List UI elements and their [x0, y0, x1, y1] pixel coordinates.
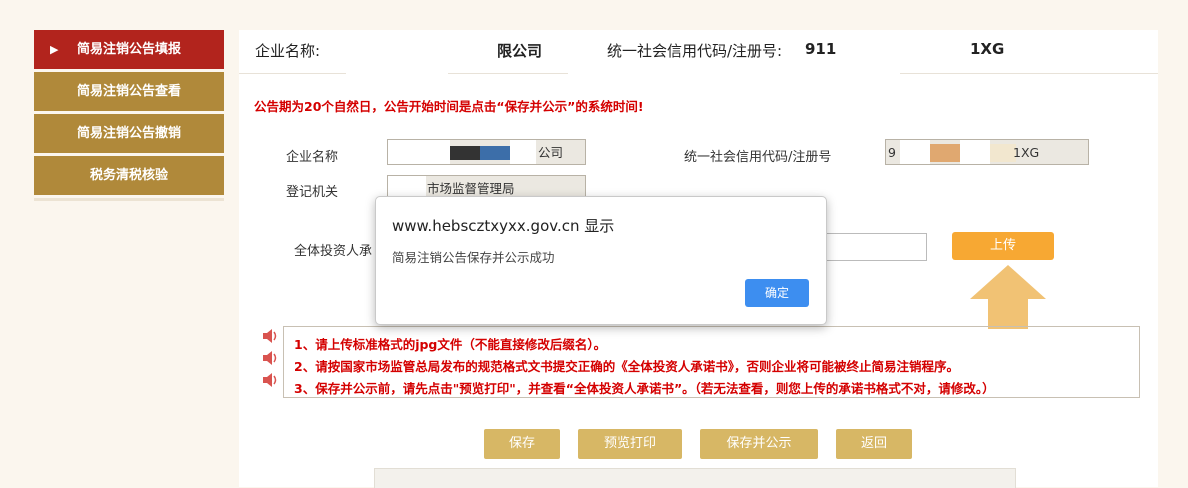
company-name-label: 企业名称: [286, 150, 339, 165]
sidebar-item-label: 税务清税核验: [89, 168, 168, 183]
redaction-block: [388, 140, 450, 164]
header-code-value-suffix: 1XG: [970, 40, 1005, 58]
dialog-ok-button[interactable]: 确定: [745, 279, 809, 307]
document-preview: [374, 468, 1016, 488]
sidebar-item-label: 简易注销公告填报: [76, 42, 181, 57]
code-label: 统一社会信用代码/注册号: [684, 150, 832, 165]
speaker-icon: [263, 329, 277, 343]
speaker-icon: [263, 373, 277, 387]
save-publish-button[interactable]: 保存并公示: [700, 429, 818, 459]
play-arrow-icon: ▶: [50, 43, 59, 56]
tip-item-3: 3、保存并公示前，请先点击"预览打印"，并查看“全体投资人承诺书”。（若无法查看…: [294, 381, 995, 396]
redaction-block: [960, 140, 990, 164]
sidebar: ▶ 简易注销公告填报 简易注销公告查看 简易注销公告撤销 税务清税核验: [34, 30, 224, 201]
sidebar-item-label: 简易注销公告撤销: [76, 126, 181, 141]
alert-dialog: www.hebscztxyxx.gov.cn 显示 简易注销公告保存并公示成功 …: [375, 196, 827, 325]
dialog-title: www.hebscztxyxx.gov.cn 显示: [392, 217, 615, 235]
redaction-block: [480, 146, 510, 160]
company-name-field: 公司: [387, 139, 586, 165]
back-button[interactable]: 返回: [836, 429, 912, 459]
tips-box: 1、请上传标准格式的jpg文件（不能直接修改后缀名）。 2、请按国家市场监管总局…: [283, 326, 1140, 398]
sidebar-item-announcement-fill[interactable]: ▶ 简易注销公告填报: [34, 30, 224, 69]
header-company-label: 企业名称:: [255, 42, 321, 60]
upload-button[interactable]: 上传: [952, 232, 1054, 260]
header-code-label: 统一社会信用代码/注册号:: [607, 42, 783, 60]
header-code-value-prefix: 911: [805, 40, 837, 58]
page: { "sidebar": { "items": [ {"label": "简易注…: [0, 0, 1188, 488]
sidebar-item-label: 简易注销公告查看: [76, 84, 181, 99]
header-divider: [239, 73, 346, 74]
upload-file-input[interactable]: [822, 233, 927, 261]
dialog-message: 简易注销公告保存并公示成功: [392, 250, 555, 265]
sidebar-item-announcement-revoke[interactable]: 简易注销公告撤销: [34, 114, 224, 153]
code-value-suffix: 1XG: [1013, 145, 1040, 160]
tip-item-1: 1、请上传标准格式的jpg文件（不能直接修改后缀名）。: [294, 337, 607, 352]
up-arrow-icon: [970, 265, 1046, 329]
notice-text: 公告期为20个自然日，公告开始时间是点击“保存并公示”的系统时间!: [254, 99, 644, 114]
redaction-block: [930, 144, 960, 162]
redaction-block: [510, 140, 536, 164]
sidebar-divider: [34, 198, 224, 201]
code-value-prefix: 9: [888, 145, 896, 160]
redaction-block: [450, 146, 480, 160]
preview-print-button[interactable]: 预览打印: [578, 429, 682, 459]
save-button[interactable]: 保存: [484, 429, 560, 459]
header-company-value: 限公司: [497, 42, 543, 60]
redaction-block: [900, 140, 930, 164]
investor-commitment-label: 全体投资人承: [294, 244, 373, 259]
authority-label: 登记机关: [286, 185, 339, 200]
sidebar-item-tax-verify[interactable]: 税务清税核验: [34, 156, 224, 195]
sidebar-item-announcement-view[interactable]: 简易注销公告查看: [34, 72, 224, 111]
header-divider: [448, 73, 568, 74]
speaker-icon: [263, 351, 277, 365]
tip-item-2: 2、请按国家市场监管总局发布的规范格式文书提交正确的《全体投资人承诺书》，否则企…: [294, 359, 959, 374]
header-divider: [900, 73, 1158, 74]
company-name-value: 公司: [538, 145, 564, 160]
code-field: 9 1XG: [885, 139, 1089, 165]
